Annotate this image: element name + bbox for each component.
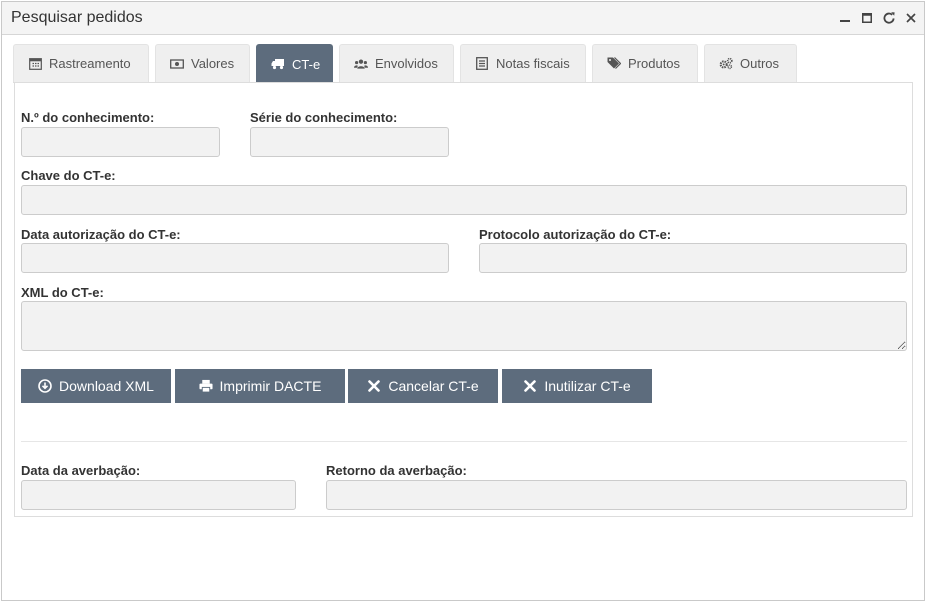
xml-cte-label: XML do CT-e:: [21, 285, 104, 300]
maximize-icon[interactable]: [856, 8, 878, 28]
section-divider: [21, 441, 907, 442]
data-autorizacao-label: Data autorização do CT-e:: [21, 227, 181, 242]
inutilizar-cte-label: Inutilizar CT-e: [544, 378, 631, 394]
serie-conhecimento-label: Série do conhecimento:: [250, 110, 398, 125]
list-icon: [475, 57, 489, 71]
chave-cte-label: Chave do CT-e:: [21, 168, 116, 183]
xml-cte-textarea[interactable]: [21, 301, 907, 351]
window-titlebar[interactable]: Pesquisar pedidos: [2, 2, 924, 35]
tab-label: Outros: [740, 56, 780, 71]
retorno-averbacao-input[interactable]: [326, 480, 907, 510]
window-title: Pesquisar pedidos: [11, 9, 143, 26]
tab-valores[interactable]: Valores: [155, 44, 250, 82]
tab-rastreamento[interactable]: Rastreamento: [13, 44, 149, 82]
print-icon: [199, 379, 213, 393]
data-averbacao-input[interactable]: [21, 480, 296, 510]
x-icon: [367, 379, 381, 393]
imprimir-dacte-label: Imprimir DACTE: [219, 378, 322, 394]
tab-label: Envolvidos: [375, 56, 438, 71]
tab-label: Valores: [191, 56, 235, 71]
tab-label: Produtos: [628, 56, 681, 71]
cancelar-cte-button[interactable]: Cancelar CT-e: [348, 369, 498, 403]
cancelar-cte-label: Cancelar CT-e: [388, 378, 479, 394]
serie-conhecimento-input[interactable]: [250, 127, 449, 157]
protocolo-autorizacao-label: Protocolo autorização do CT-e:: [479, 227, 672, 242]
minimize-icon[interactable]: [834, 8, 856, 28]
retorno-averbacao-label: Retorno da averbação:: [326, 463, 467, 478]
gears-icon: [719, 57, 733, 71]
tab-label: Notas fiscais: [496, 56, 570, 71]
download-xml-button[interactable]: Download XML: [21, 369, 171, 403]
money-icon: [170, 57, 184, 71]
tab-label: Rastreamento: [49, 56, 131, 71]
tab-cte[interactable]: CT-e: [256, 44, 333, 83]
data-averbacao-label: Data da averbação:: [21, 463, 141, 478]
numero-conhecimento-input[interactable]: [21, 127, 220, 157]
numero-conhecimento-label: N.º do conhecimento:: [21, 110, 155, 125]
chave-cte-input[interactable]: [21, 185, 907, 215]
download-icon: [38, 379, 52, 393]
tab-outros[interactable]: Outros: [704, 44, 797, 82]
download-xml-label: Download XML: [59, 378, 154, 394]
refresh-icon[interactable]: [878, 8, 900, 28]
tab-notas-fiscais[interactable]: Notas fiscais: [460, 44, 586, 82]
calendar-icon: [28, 57, 42, 71]
data-autorizacao-input[interactable]: [21, 243, 449, 273]
truck-icon: [271, 57, 285, 71]
users-icon: [354, 57, 368, 71]
tab-envolvidos[interactable]: Envolvidos: [339, 44, 454, 82]
close-icon[interactable]: [900, 8, 922, 28]
imprimir-dacte-button[interactable]: Imprimir DACTE: [175, 369, 345, 403]
tab-label: CT-e: [292, 56, 321, 72]
window-controls: [834, 8, 922, 28]
tab-produtos[interactable]: Produtos: [592, 44, 698, 82]
tags-icon: [607, 57, 621, 71]
x-icon: [523, 379, 537, 393]
inutilizar-cte-button[interactable]: Inutilizar CT-e: [502, 369, 652, 403]
protocolo-autorizacao-input[interactable]: [479, 243, 907, 273]
